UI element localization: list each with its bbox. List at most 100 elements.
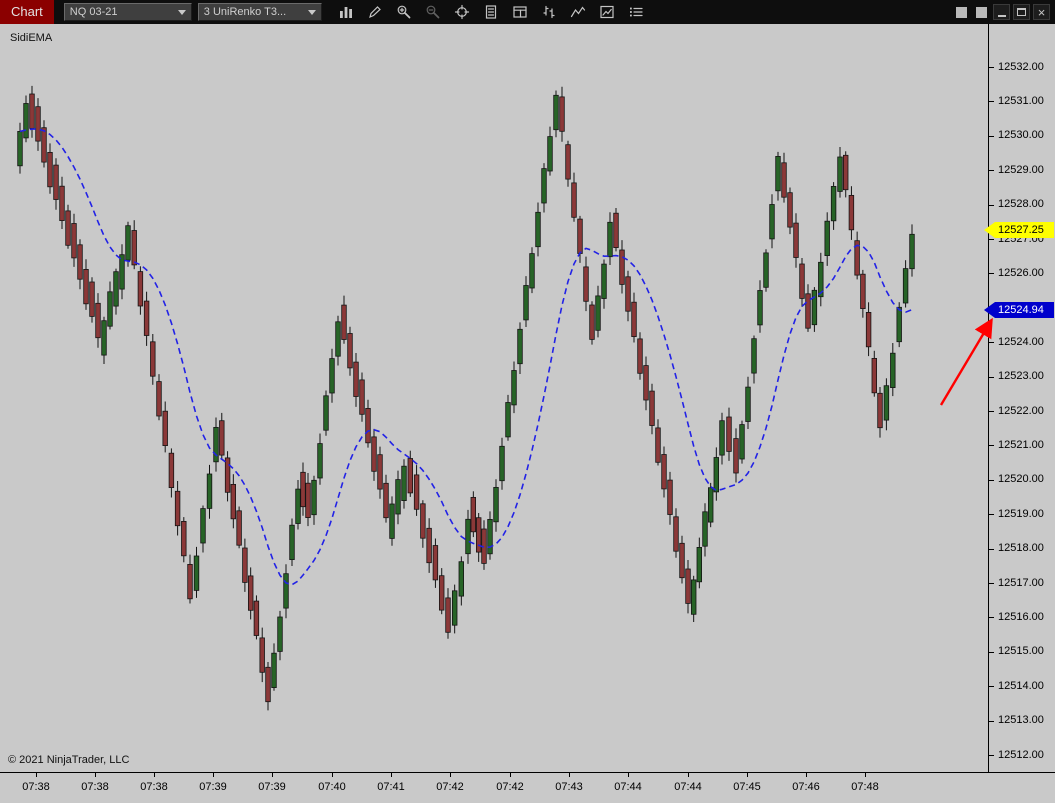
price-axis-label: 12522.00 xyxy=(998,405,1044,417)
time-axis-tick xyxy=(450,773,451,777)
time-axis-tick xyxy=(628,773,629,777)
price-axis-label: 12524.00 xyxy=(998,336,1044,348)
maximize-button[interactable] xyxy=(1013,4,1030,20)
snapshot-icon[interactable] xyxy=(481,2,501,22)
time-axis-tick xyxy=(154,773,155,777)
drawing-tools-icon[interactable] xyxy=(365,2,385,22)
close-button[interactable]: × xyxy=(1033,4,1050,20)
time-axis-tick xyxy=(332,773,333,777)
price-axis-tick xyxy=(989,239,994,240)
interval-link-button[interactable] xyxy=(973,4,990,20)
price-chart-plot[interactable] xyxy=(0,24,988,772)
chevron-down-icon xyxy=(307,9,316,15)
indicators-icon[interactable] xyxy=(568,2,588,22)
price-axis-tick xyxy=(989,617,994,618)
price-axis-tick xyxy=(989,205,994,206)
price-axis-tick xyxy=(989,686,994,687)
time-axis-tick xyxy=(95,773,96,777)
price-axis-label: 12519.00 xyxy=(998,508,1044,520)
time-axis-label: 07:44 xyxy=(614,781,642,793)
price-axis-label: 12520.00 xyxy=(998,473,1044,485)
price-axis-label: 12523.00 xyxy=(998,370,1044,382)
copyright-text: © 2021 NinjaTrader, LLC xyxy=(8,754,130,766)
time-axis-tick xyxy=(806,773,807,777)
time-axis-tick xyxy=(391,773,392,777)
price-axis-tick xyxy=(989,721,994,722)
instrument-selector[interactable]: NQ 03-21 xyxy=(63,3,192,21)
time-axis-label: 07:44 xyxy=(674,781,702,793)
price-axis-label: 12532.00 xyxy=(998,61,1044,73)
price-axis-label: 12518.00 xyxy=(998,542,1044,554)
indicator-label: SidiEMA xyxy=(10,32,53,44)
price-axis-tick xyxy=(989,136,994,137)
chart-toolbar: Chart NQ 03-21 3 UniRenko T3... × xyxy=(0,0,1055,24)
price-axis-tick xyxy=(989,377,994,378)
time-axis-tick xyxy=(213,773,214,777)
time-axis-label: 07:48 xyxy=(851,781,879,793)
price-axis-label: 12530.00 xyxy=(998,129,1044,141)
price-axis-tick xyxy=(989,67,994,68)
price-axis-label: 12528.00 xyxy=(998,198,1044,210)
price-axis-tick xyxy=(989,514,994,515)
price-axis-label: 12526.00 xyxy=(998,267,1044,279)
price-axis-tick xyxy=(989,101,994,102)
time-axis-label: 07:42 xyxy=(496,781,524,793)
zoom-out-icon[interactable] xyxy=(423,2,443,22)
price-axis-tick xyxy=(989,273,994,274)
price-axis-label: 12513.00 xyxy=(998,714,1044,726)
price-axis-label: 12529.00 xyxy=(998,164,1044,176)
price-axis-tick xyxy=(989,652,994,653)
price-axis-label: 12515.00 xyxy=(998,645,1044,657)
chevron-down-icon xyxy=(177,9,186,15)
window-controls: × xyxy=(953,4,1055,20)
time-axis-label: 07:39 xyxy=(199,781,227,793)
price-axis-label: 12512.00 xyxy=(998,749,1044,761)
time-axis-label: 07:43 xyxy=(555,781,583,793)
time-axis-tick xyxy=(36,773,37,777)
crosshair-icon[interactable] xyxy=(452,2,472,22)
time-axis-tick xyxy=(569,773,570,777)
price-axis-tick xyxy=(989,755,994,756)
time-axis-tick xyxy=(865,773,866,777)
chart-styles-icon[interactable] xyxy=(336,2,356,22)
instrument-selector-value: NQ 03-21 xyxy=(69,6,118,18)
time-axis-tick xyxy=(272,773,273,777)
time-axis-label: 07:38 xyxy=(22,781,50,793)
time-axis-label: 07:39 xyxy=(258,781,286,793)
price-axis-label: 12521.00 xyxy=(998,439,1044,451)
price-axis-tick xyxy=(989,445,994,446)
time-axis-label: 07:46 xyxy=(792,781,820,793)
properties-icon[interactable] xyxy=(626,2,646,22)
price-axis-label: 12531.00 xyxy=(998,95,1044,107)
time-axis-label: 07:40 xyxy=(318,781,346,793)
price-axis-tick xyxy=(989,342,994,343)
price-axis-label: 12514.00 xyxy=(998,680,1044,692)
price-axis-tick xyxy=(989,583,994,584)
interval-selector[interactable]: 3 UniRenko T3... xyxy=(197,3,322,21)
time-axis-label: 07:45 xyxy=(733,781,761,793)
time-axis-label: 07:42 xyxy=(436,781,464,793)
price-axis-tick xyxy=(989,170,994,171)
time-axis-tick xyxy=(510,773,511,777)
instrument-link-button[interactable] xyxy=(953,4,970,20)
chart-menu-button[interactable]: Chart xyxy=(0,0,54,24)
interval-selector-value: 3 UniRenko T3... xyxy=(203,6,287,18)
ema-price-tag: 12524.94 xyxy=(984,302,1054,318)
last-price-tag: 12527.25 xyxy=(984,222,1054,238)
time-axis-label: 07:41 xyxy=(377,781,405,793)
zoom-in-icon[interactable] xyxy=(394,2,414,22)
data-series-icon[interactable] xyxy=(510,2,530,22)
time-axis-tick xyxy=(747,773,748,777)
time-axis-line xyxy=(0,772,1055,773)
price-axis-tick xyxy=(989,411,994,412)
chart-area[interactable]: SidiEMA © 2021 NinjaTrader, LLC 12527.25… xyxy=(0,24,1055,803)
price-axis-tick xyxy=(989,549,994,550)
time-axis-label: 07:38 xyxy=(81,781,109,793)
time-axis-label: 07:38 xyxy=(140,781,168,793)
time-axis-tick xyxy=(688,773,689,777)
strategies-icon[interactable] xyxy=(597,2,617,22)
chart-trader-icon[interactable] xyxy=(539,2,559,22)
toolbar-icon-group xyxy=(336,2,646,22)
minimize-button[interactable] xyxy=(993,4,1010,20)
price-axis-label: 12516.00 xyxy=(998,611,1044,623)
